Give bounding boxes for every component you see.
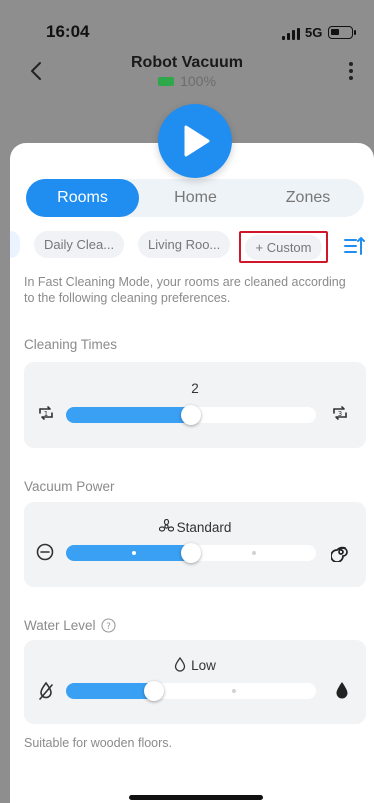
cleaning-times-fill: [66, 407, 191, 423]
status-time: 16:04: [46, 22, 90, 41]
battery-icon: [328, 26, 356, 39]
water-level-thumb[interactable]: [144, 681, 164, 701]
water-level-tick: [232, 689, 236, 693]
water-level-label: Water Level: [24, 618, 96, 633]
cleaning-times-thumb[interactable]: [181, 405, 201, 425]
svg-text:3: 3: [338, 410, 342, 418]
status-bar: 16:04 5G: [0, 0, 374, 50]
help-icon[interactable]: ?: [101, 618, 116, 633]
water-level-value: Low: [191, 658, 216, 673]
tab-rooms[interactable]: Rooms: [26, 179, 139, 217]
mode-description: In Fast Cleaning Mode, your rooms are cl…: [24, 275, 346, 305]
vacuum-power-tick: [132, 551, 136, 555]
vacuum-power-card: Standard: [24, 502, 366, 587]
battery-percent: 100%: [180, 73, 216, 89]
power-off-icon: [36, 543, 54, 561]
water-drop-icon: [336, 682, 348, 699]
mode-tabs: Rooms Home Zones: [26, 179, 364, 217]
preset-chip-partial[interactable]: [10, 231, 20, 258]
sort-icon[interactable]: [344, 235, 366, 257]
home-indicator[interactable]: [129, 795, 263, 800]
vacuum-power-value: Standard: [176, 520, 232, 535]
cleaning-times-label: Cleaning Times: [24, 337, 118, 352]
no-water-icon: [39, 681, 53, 700]
play-icon: [184, 125, 210, 157]
drop-outline-icon: [174, 656, 186, 672]
repeat-3-icon: 3: [333, 406, 347, 420]
signal-icon: [282, 28, 300, 40]
cleaning-times-card: 2 1 3: [24, 362, 366, 448]
add-custom-button[interactable]: + Custom: [245, 235, 322, 260]
fan-icon: [158, 518, 174, 532]
vacuum-power-fill: [66, 545, 191, 561]
preset-chip-daily[interactable]: Daily Clea...: [34, 231, 125, 258]
water-level-card: Low: [24, 640, 366, 724]
cleaning-settings-sheet: Rooms Home Zones Daily Clea... Living Ro…: [10, 143, 374, 803]
svg-text:?: ?: [106, 622, 111, 632]
cleaning-times-slider[interactable]: [66, 405, 316, 425]
preset-chip-living-room[interactable]: Living Roo...: [138, 231, 231, 258]
water-level-slider[interactable]: [66, 681, 316, 701]
room-presets-row: Daily Clea... Living Roo... + Custom: [10, 231, 374, 263]
network-label: 5G: [305, 25, 323, 40]
max-suction-icon: [331, 546, 348, 562]
custom-highlight[interactable]: + Custom: [239, 231, 328, 263]
repeat-1-icon: 1: [39, 406, 53, 420]
tab-home[interactable]: Home: [139, 179, 252, 217]
vacuum-power-value-row: Standard: [24, 518, 366, 535]
battery-status: 100%: [0, 73, 374, 89]
svg-text:1: 1: [44, 410, 48, 418]
battery-level-icon: [158, 76, 175, 86]
vacuum-power-label: Vacuum Power: [24, 479, 115, 494]
vacuum-power-slider[interactable]: [66, 543, 316, 563]
page-title: Robot Vacuum: [130, 54, 243, 71]
cleaning-times-value: 2: [191, 381, 199, 396]
app-header: Robot Vacuum 100%: [0, 50, 374, 100]
tab-zones[interactable]: Zones: [252, 179, 364, 217]
vacuum-power-thumb[interactable]: [181, 543, 201, 563]
water-level-hint: Suitable for wooden floors.: [24, 736, 173, 750]
water-level-label-row: Water Level ?: [24, 618, 116, 633]
vacuum-power-tick: [252, 551, 256, 555]
start-cleaning-button[interactable]: [158, 104, 232, 178]
more-options-icon[interactable]: [345, 60, 357, 82]
water-level-fill: [66, 683, 154, 699]
water-level-value-row: Low: [24, 656, 366, 673]
